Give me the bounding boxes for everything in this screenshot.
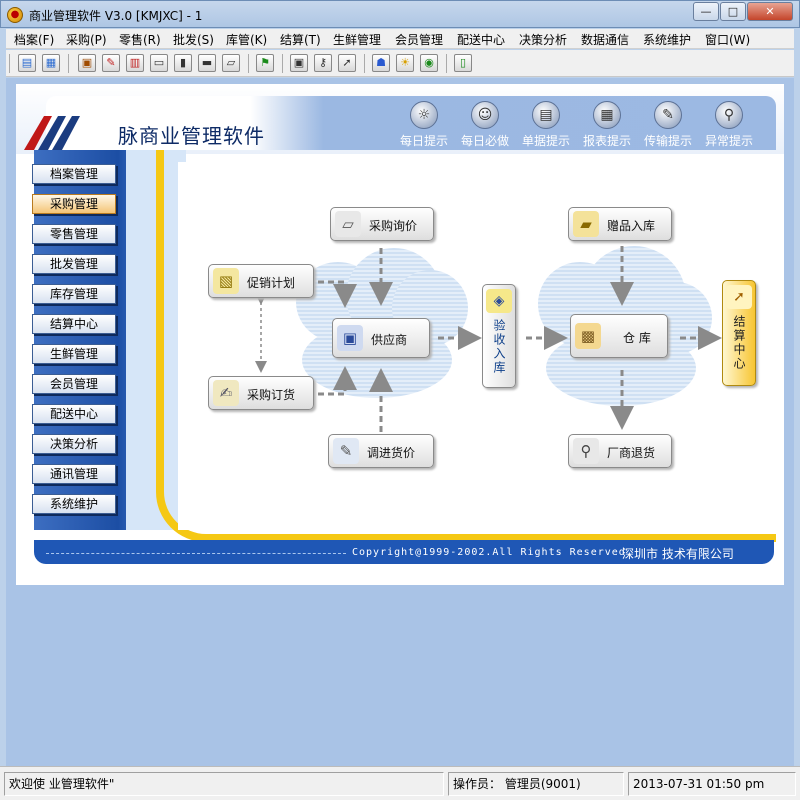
flow-arrows bbox=[255, 246, 722, 432]
order-icon: ✍ bbox=[213, 380, 239, 406]
notes-icon: ▧ bbox=[213, 268, 239, 294]
node-transfer-price[interactable]: ✎ 调进货价 bbox=[328, 434, 434, 468]
node-settlement-center[interactable]: ➚ 结算中心 bbox=[722, 280, 756, 386]
node-promotion-plan[interactable]: ▧ 促销计划 bbox=[208, 264, 314, 298]
node-purchase-order[interactable]: ✍ 采购订货 bbox=[208, 376, 314, 410]
node-label: 仓 库 bbox=[623, 331, 651, 345]
status-bar: 欢迎使 业管理软件" 操作员： 管理员(9001) 2013-07-31 01:… bbox=[0, 766, 800, 800]
inquiry-icon: ▱ bbox=[335, 211, 361, 237]
node-gift-stock-in[interactable]: ▰ 赠品入库 bbox=[568, 207, 672, 241]
receiving-icon: ◈ bbox=[486, 289, 512, 313]
node-supplier[interactable]: ▣ 供应商 bbox=[332, 318, 430, 358]
pen-icon: ✎ bbox=[333, 438, 359, 464]
copyright-text: Copyright@1999-2002.All Rights Reserved bbox=[352, 547, 626, 558]
folder-icon: ▰ bbox=[573, 211, 599, 237]
magnifier-icon: ⚲ bbox=[573, 438, 599, 464]
supplier-icon: ▣ bbox=[337, 325, 363, 351]
node-purchase-inquiry[interactable]: ▱ 采购询价 bbox=[330, 207, 434, 241]
node-label: 结算中心 bbox=[732, 315, 746, 371]
status-welcome: 欢迎使 业管理软件" bbox=[4, 772, 444, 796]
settlement-icon: ➚ bbox=[726, 285, 752, 309]
node-label: 赠品入库 bbox=[607, 219, 656, 233]
company-name: 深圳市 技术有限公司 bbox=[622, 547, 734, 561]
node-warehouse[interactable]: ▩ 仓 库 bbox=[570, 314, 668, 358]
node-label: 采购订货 bbox=[247, 388, 296, 402]
status-operator: 操作员： 管理员(9001) bbox=[448, 772, 624, 796]
warehouse-icon: ▩ bbox=[575, 323, 601, 349]
node-label: 验收入库 bbox=[492, 319, 506, 375]
footer-divider bbox=[46, 553, 346, 554]
node-label: 采购询价 bbox=[369, 219, 418, 233]
node-vendor-return[interactable]: ⚲ 厂商退货 bbox=[568, 434, 672, 468]
node-label: 调进货价 bbox=[367, 446, 416, 460]
node-label: 促销计划 bbox=[247, 276, 296, 290]
status-datetime: 2013-07-31 01:50 pm bbox=[628, 772, 796, 796]
node-label: 供应商 bbox=[371, 333, 408, 347]
node-receiving[interactable]: ◈ 验收入库 bbox=[482, 284, 516, 388]
node-label: 厂商退货 bbox=[607, 446, 656, 460]
